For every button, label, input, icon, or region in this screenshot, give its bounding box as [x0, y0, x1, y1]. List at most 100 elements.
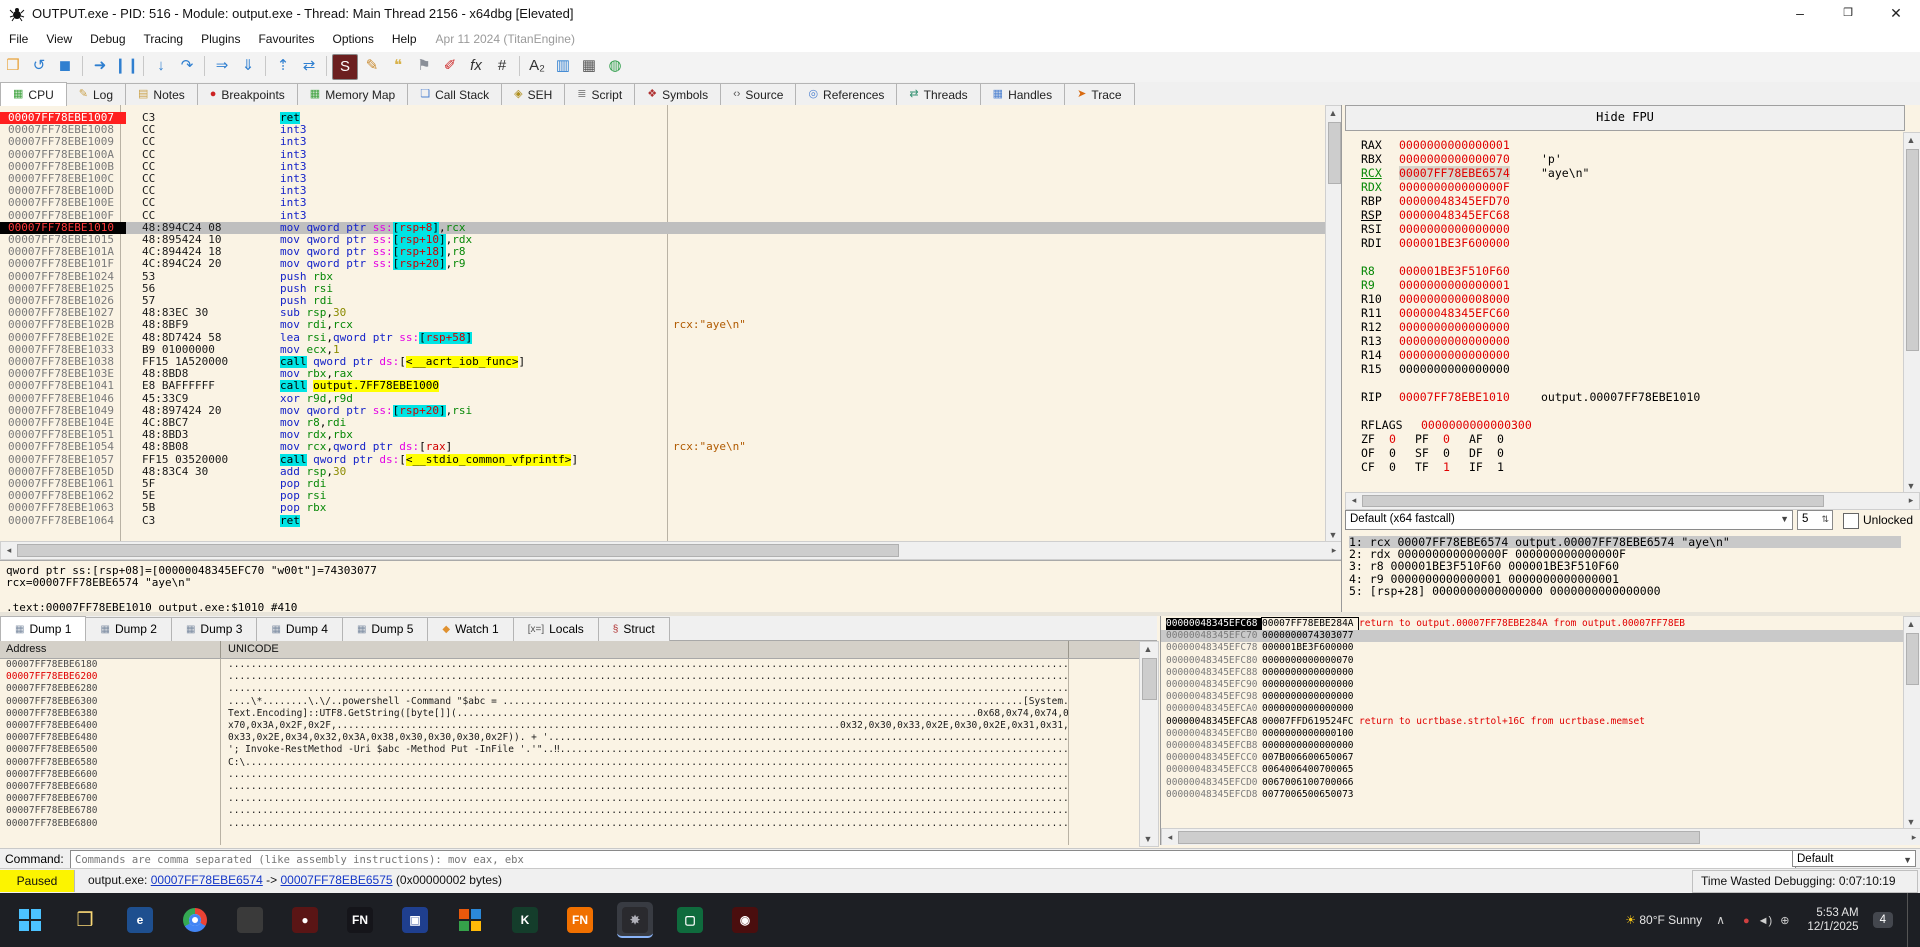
blue-app-icon[interactable]: ▣: [397, 902, 433, 938]
flags-row[interactable]: OF0SF0DF0: [1342, 446, 1902, 460]
calculator-icon[interactable]: ▦: [577, 54, 601, 78]
register-row[interactable]: R100000000000008000: [1342, 292, 1902, 306]
restart-icon[interactable]: ↺: [27, 54, 51, 78]
dump-tab-locals[interactable]: [x=]Locals: [514, 617, 599, 641]
command-input[interactable]: [70, 850, 1796, 870]
dump-row[interactable]: 00007FF78EBE6500'; Invoke-RestMethod -Ur…: [0, 744, 1139, 756]
argument-line[interactable]: 3: r8 000001BE3F510F60 000001BE3F510F60: [1349, 560, 1901, 572]
stack-row[interactable]: 00000048345EFC880000000000000000: [1161, 667, 1920, 679]
stack-row[interactable]: 00000048345EFCC80064006400700065: [1161, 764, 1920, 776]
register-row[interactable]: RFLAGS0000000000000300: [1342, 418, 1902, 432]
arguments-view[interactable]: 1: rcx 00007FF78EBE6574 output.00007FF78…: [1342, 534, 1920, 612]
dump-row[interactable]: 00007FF78EBE6200........................…: [0, 671, 1139, 683]
chrome-browser-icon[interactable]: [177, 902, 213, 938]
stack-row[interactable]: 00000048345EFCA00000000000000000: [1161, 703, 1920, 715]
stack-row[interactable]: 00000048345EFC900000000000000000: [1161, 679, 1920, 691]
disasm-row[interactable]: 00007FF78EBE100FCCint3: [0, 210, 1325, 222]
tray-icon-3[interactable]: ⊕: [1780, 915, 1789, 927]
disasm-row[interactable]: 00007FF78EBE100ACCint3: [0, 149, 1325, 161]
tab-memory-map[interactable]: ▦Memory Map: [298, 83, 408, 106]
file-explorer-icon[interactable]: ❒: [67, 902, 103, 938]
register-row[interactable]: RBP00000048345EFD70: [1342, 194, 1902, 208]
tab-log[interactable]: ✎Log: [67, 83, 126, 106]
argument-line[interactable]: 5: [rsp+28] 0000000000000000 00000000000…: [1349, 585, 1901, 597]
dump-row[interactable]: 00007FF78EBE6180........................…: [0, 659, 1139, 671]
tab-call-stack[interactable]: ❏Call Stack: [408, 83, 502, 106]
recorder-app-icon[interactable]: ●: [287, 902, 323, 938]
stack-row[interactable]: 00000048345EFC700000000074303077: [1161, 630, 1920, 642]
fn-dark-app-icon[interactable]: FN: [342, 902, 378, 938]
dump-tab-watch-1[interactable]: ◆Watch 1: [428, 617, 513, 641]
disasm-row[interactable]: 00007FF78EBE105D48:83C4 30add rsp,30: [0, 466, 1325, 478]
stack-row[interactable]: 00000048345EFC6800007FF78EBE284Areturn t…: [1161, 618, 1920, 630]
status-addr-from[interactable]: 00007FF78EBE6574: [151, 873, 263, 887]
dump-row[interactable]: 00007FF78EBE6380Text.Encoding]::UTF8.Get…: [0, 708, 1139, 720]
registers-hscrollbar[interactable]: ◂ ▸: [1345, 492, 1920, 510]
step-over-icon[interactable]: ↷: [175, 54, 199, 78]
dump-vscrollbar[interactable]: ▲ ▼: [1139, 641, 1159, 847]
tab-references[interactable]: ◎References: [796, 83, 897, 106]
disasm-row[interactable]: 00007FF78EBE10625Epop rsi: [0, 490, 1325, 502]
register-row[interactable]: RDI000001BE3F600000: [1342, 236, 1902, 250]
pause-icon[interactable]: ❙❙: [114, 54, 138, 78]
dump-row[interactable]: 00007FF78EBE6680........................…: [0, 781, 1139, 793]
stack-row[interactable]: 00000048345EFCB80000000000000000: [1161, 740, 1920, 752]
close-button[interactable]: ✕: [1872, 0, 1920, 28]
disasm-row[interactable]: 00007FF78EBE10615Fpop rdi: [0, 478, 1325, 490]
tab-symbols[interactable]: ❖Symbols: [635, 83, 721, 106]
status-addr-to[interactable]: 00007FF78EBE6575: [280, 873, 392, 887]
tab-script[interactable]: ≣Script: [565, 83, 635, 106]
stop-icon[interactable]: ◼: [53, 54, 77, 78]
step-into-icon[interactable]: ↓: [149, 54, 173, 78]
step-out-icon[interactable]: ⇓: [236, 54, 260, 78]
disasm-row[interactable]: 00007FF78EBE104645:33C9xor r9d,r9d: [0, 393, 1325, 405]
patches-icon[interactable]: ✎: [360, 54, 384, 78]
register-row[interactable]: R140000000000000000: [1342, 348, 1902, 362]
dump-panel[interactable]: ▦Dump 1▦Dump 2▦Dump 3▦Dump 4▦Dump 5◆Watc…: [0, 616, 1157, 845]
dump-tab-dump-2[interactable]: ▦Dump 2: [86, 617, 171, 641]
x64dbg-spider-icon[interactable]: ✸: [617, 902, 653, 938]
unlocked-checkbox[interactable]: [1843, 513, 1859, 529]
tab-threads[interactable]: ⇄Threads: [897, 83, 980, 106]
disasm-row[interactable]: 00007FF78EBE105448:8B08mov rcx,qword ptr…: [0, 441, 1325, 453]
start-button[interactable]: [12, 902, 48, 938]
office-tiles-icon[interactable]: [452, 902, 488, 938]
dump-tab-dump-3[interactable]: ▦Dump 3: [172, 617, 257, 641]
stack-panel[interactable]: 00000048345EFC6800007FF78EBE284Areturn t…: [1160, 616, 1920, 845]
menu-item-plugins[interactable]: Plugins: [192, 28, 249, 46]
disasm-row[interactable]: 00007FF78EBE100ECCint3: [0, 197, 1325, 209]
calling-convention-select[interactable]: Default (x64 fastcall)▼: [1345, 510, 1793, 530]
tray-chevron-icon[interactable]: ∧: [1716, 913, 1725, 927]
dump-row[interactable]: 00007FF78EBE6300....\*........\.\/..powe…: [0, 696, 1139, 708]
comment-icon[interactable]: ❝: [386, 54, 410, 78]
run-icon[interactable]: ➜: [88, 54, 112, 78]
register-row[interactable]: R8000001BE3F510F60: [1342, 264, 1902, 278]
edge-browser-icon[interactable]: e: [122, 902, 158, 938]
tray-icon-2[interactable]: ◄): [1758, 915, 1773, 927]
flags-row[interactable]: ZF0PF0AF0: [1342, 432, 1902, 446]
disasm-row[interactable]: 00007FF78EBE10635Bpop rbx: [0, 502, 1325, 514]
run-to-user-icon[interactable]: ⇒: [210, 54, 234, 78]
stack-row[interactable]: 00000048345EFCB00000000000000100: [1161, 728, 1920, 740]
tab-seh[interactable]: ◈SEH: [502, 83, 565, 106]
snowman-icon[interactable]: ◍: [603, 54, 627, 78]
registers-panel[interactable]: Hide FPU RAX0000000000000001RBX000000000…: [1341, 105, 1920, 612]
dump-row[interactable]: 00007FF78EBE6800........................…: [0, 818, 1139, 830]
register-row[interactable]: R150000000000000000: [1342, 362, 1902, 376]
dump-row[interactable]: 00007FF78EBE6280........................…: [0, 683, 1139, 695]
menu-item-view[interactable]: View: [37, 28, 81, 46]
menu-item-file[interactable]: File: [0, 28, 37, 46]
register-row[interactable]: R90000000000000001: [1342, 278, 1902, 292]
dump-tab-struct[interactable]: §Struct: [599, 617, 670, 641]
dump-tab-dump-1[interactable]: ▦Dump 1: [0, 616, 86, 641]
fx-icon[interactable]: fx: [464, 54, 488, 78]
disasm-row[interactable]: 00007FF78EBE100BCCint3: [0, 161, 1325, 173]
stack-row[interactable]: 00000048345EFCD80077006500650073: [1161, 789, 1920, 801]
tab-handles[interactable]: ▦Handles: [981, 83, 1065, 106]
register-row[interactable]: R130000000000000000: [1342, 334, 1902, 348]
disasm-vscrollbar[interactable]: ▲ ▼: [1325, 105, 1341, 541]
tab-breakpoints[interactable]: ●Breakpoints: [198, 83, 298, 106]
memory-brush-icon[interactable]: ✐: [438, 54, 462, 78]
notification-badge[interactable]: 4: [1873, 912, 1893, 928]
disasm-row[interactable]: 00007FF78EBE102748:83EC 30sub rsp,30: [0, 307, 1325, 319]
